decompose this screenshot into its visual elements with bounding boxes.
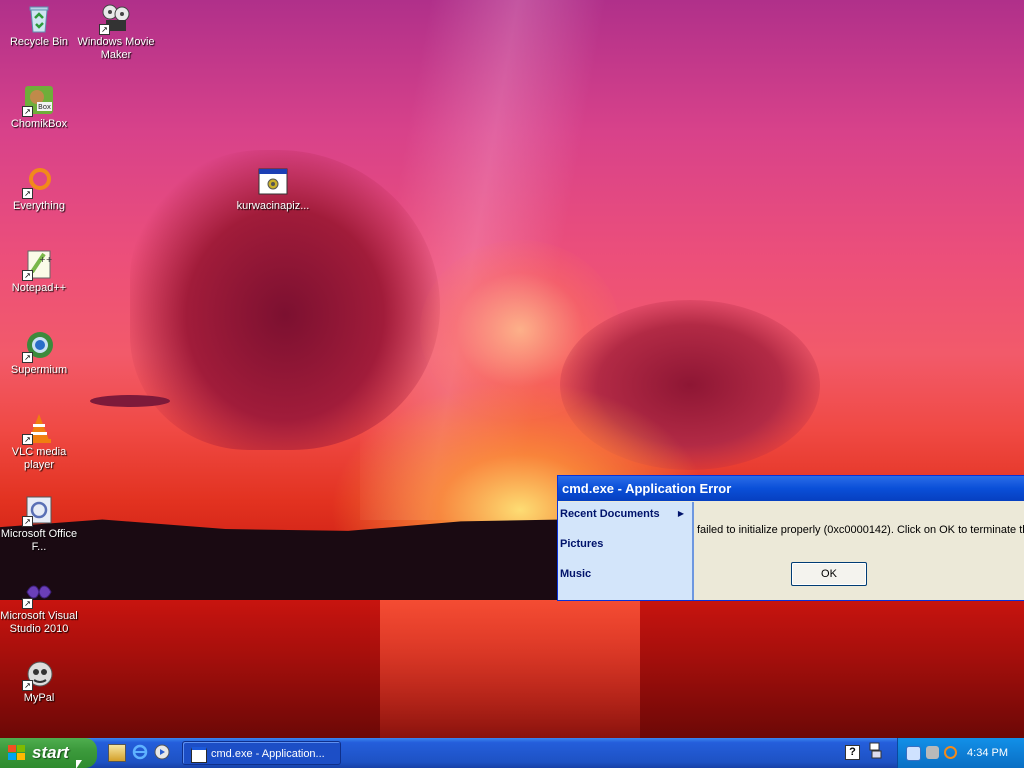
- desktop-icon-label: Windows Movie Maker: [77, 36, 155, 61]
- dialog-title: cmd.exe - Application Error: [562, 481, 732, 496]
- desktop[interactable]: Recycle Bin ↗ Windows Movie Maker Box ↗ …: [0, 0, 1024, 738]
- dialog-message: failed to initialize properly (0xc000014…: [697, 524, 1024, 536]
- help-icon[interactable]: ?: [845, 745, 860, 760]
- windows-logo-icon: [8, 745, 26, 761]
- supermium-browser-icon: ↗: [22, 330, 55, 363]
- desktop-icon-microsoft-office[interactable]: ↗ Microsoft Office F...: [0, 494, 78, 554]
- application-error-dialog[interactable]: cmd.exe - Application Error Recent Docum…: [557, 475, 1024, 601]
- wallpaper-water-reflection: [380, 600, 640, 738]
- tray-network-icon[interactable]: [906, 746, 921, 761]
- clock[interactable]: 4:34 PM: [967, 738, 1008, 768]
- shortcut-arrow-icon: ↗: [22, 352, 33, 363]
- movie-maker-icon: ↗: [99, 2, 132, 35]
- vlc-icon: ↗: [22, 412, 55, 445]
- shortcut-arrow-icon: ↗: [22, 516, 33, 527]
- start-label: start: [32, 743, 69, 762]
- recycle-bin-icon: [23, 2, 55, 34]
- show-desktop-icon[interactable]: [108, 744, 126, 762]
- desktop-icon-notepad-plus-plus[interactable]: ++ ↗ Notepad++: [0, 248, 78, 295]
- taskbar: start cmd.exe - Application... ? 4:34 PM: [0, 738, 1024, 768]
- desktop-icon-supermium[interactable]: ↗ Supermium: [0, 330, 78, 377]
- wallpaper-cloud-streak: [90, 395, 170, 407]
- visual-studio-icon: ↗: [22, 576, 55, 609]
- desktop-icon-label: Recycle Bin: [9, 36, 69, 48]
- desktop-icon-label: Supermium: [10, 364, 68, 376]
- desktop-icon-label: ChomikBox: [10, 118, 68, 130]
- desktop-icon-label: kurwacinapiz...: [236, 200, 310, 212]
- desktop-icon-label: Microsoft Office F...: [0, 528, 78, 553]
- desktop-icon-visual-studio-2010[interactable]: ↗ Microsoft Visual Studio 2010: [0, 576, 78, 636]
- taskbar-button-label: cmd.exe - Application...: [211, 748, 325, 760]
- start-menu-item-label: Pictures: [560, 538, 604, 550]
- notepad-plus-plus-icon: ++ ↗: [22, 248, 55, 281]
- desktop-icon-chomikbox[interactable]: Box ↗ ChomikBox: [0, 84, 78, 131]
- quick-launch-bar: [108, 744, 174, 762]
- office-icon: ↗: [22, 494, 55, 527]
- svg-text:++: ++: [39, 255, 52, 264]
- start-menu-item-music[interactable]: Music: [558, 562, 692, 592]
- desktop-icon-label: Notepad++: [11, 282, 67, 294]
- window-icon: [191, 747, 207, 763]
- desktop-icon-windows-movie-maker[interactable]: ↗ Windows Movie Maker: [77, 2, 155, 62]
- taskbar-button-cmd-error[interactable]: cmd.exe - Application...: [182, 741, 341, 765]
- shortcut-arrow-icon: ↗: [22, 188, 33, 199]
- desktop-icon-mypal[interactable]: ↗ MyPal: [0, 658, 78, 705]
- windows-media-player-icon[interactable]: [154, 744, 170, 760]
- shortcut-arrow-icon: ↗: [99, 24, 110, 35]
- desktop-icon-label: MyPal: [23, 692, 55, 704]
- chomikbox-icon: Box ↗: [22, 84, 55, 117]
- desktop-icon-label: Microsoft Visual Studio 2010: [0, 610, 78, 635]
- desktop-icon-executable[interactable]: kurwacinapiz...: [234, 166, 312, 213]
- executable-icon: [257, 166, 289, 198]
- ok-button[interactable]: OK: [791, 562, 867, 586]
- svg-text:Box: Box: [38, 103, 51, 111]
- shortcut-arrow-icon: ↗: [22, 680, 33, 691]
- start-menu-item-label: Recent Documents: [560, 508, 660, 520]
- desktop-icon-label: Everything: [13, 200, 65, 212]
- desktop-icon-recycle-bin[interactable]: Recycle Bin: [0, 2, 78, 49]
- start-menu-fragment[interactable]: Recent Documents ▶ Pictures Music: [558, 502, 694, 600]
- shortcut-arrow-icon: ↗: [22, 434, 33, 445]
- desktop-icon-vlc-media-player[interactable]: ↗ VLC media player: [0, 412, 78, 472]
- everything-search-icon: ↗: [22, 166, 55, 199]
- submenu-arrow-icon: ▶: [677, 509, 684, 518]
- language-bar-icon[interactable]: [868, 742, 882, 760]
- start-menu-item-label: Music: [560, 568, 592, 580]
- shortcut-arrow-icon: ↗: [22, 106, 33, 117]
- mypal-browser-icon: ↗: [22, 658, 55, 691]
- internet-explorer-icon[interactable]: [132, 744, 148, 760]
- start-menu-item-recent-documents[interactable]: Recent Documents ▶: [558, 502, 692, 532]
- start-menu-item-pictures[interactable]: Pictures: [558, 532, 692, 562]
- system-tray: 4:34 PM: [897, 738, 1024, 768]
- start-button[interactable]: start: [0, 738, 97, 768]
- desktop-icon-everything[interactable]: ↗ Everything: [0, 166, 78, 213]
- tray-everything-icon[interactable]: [944, 746, 957, 759]
- desktop-icon-label: VLC media player: [11, 446, 67, 471]
- tray-app-icon[interactable]: [926, 746, 939, 759]
- dialog-title-bar[interactable]: cmd.exe - Application Error: [558, 476, 1024, 501]
- shortcut-arrow-icon: ↗: [22, 270, 33, 281]
- shortcut-arrow-icon: ↗: [22, 598, 33, 609]
